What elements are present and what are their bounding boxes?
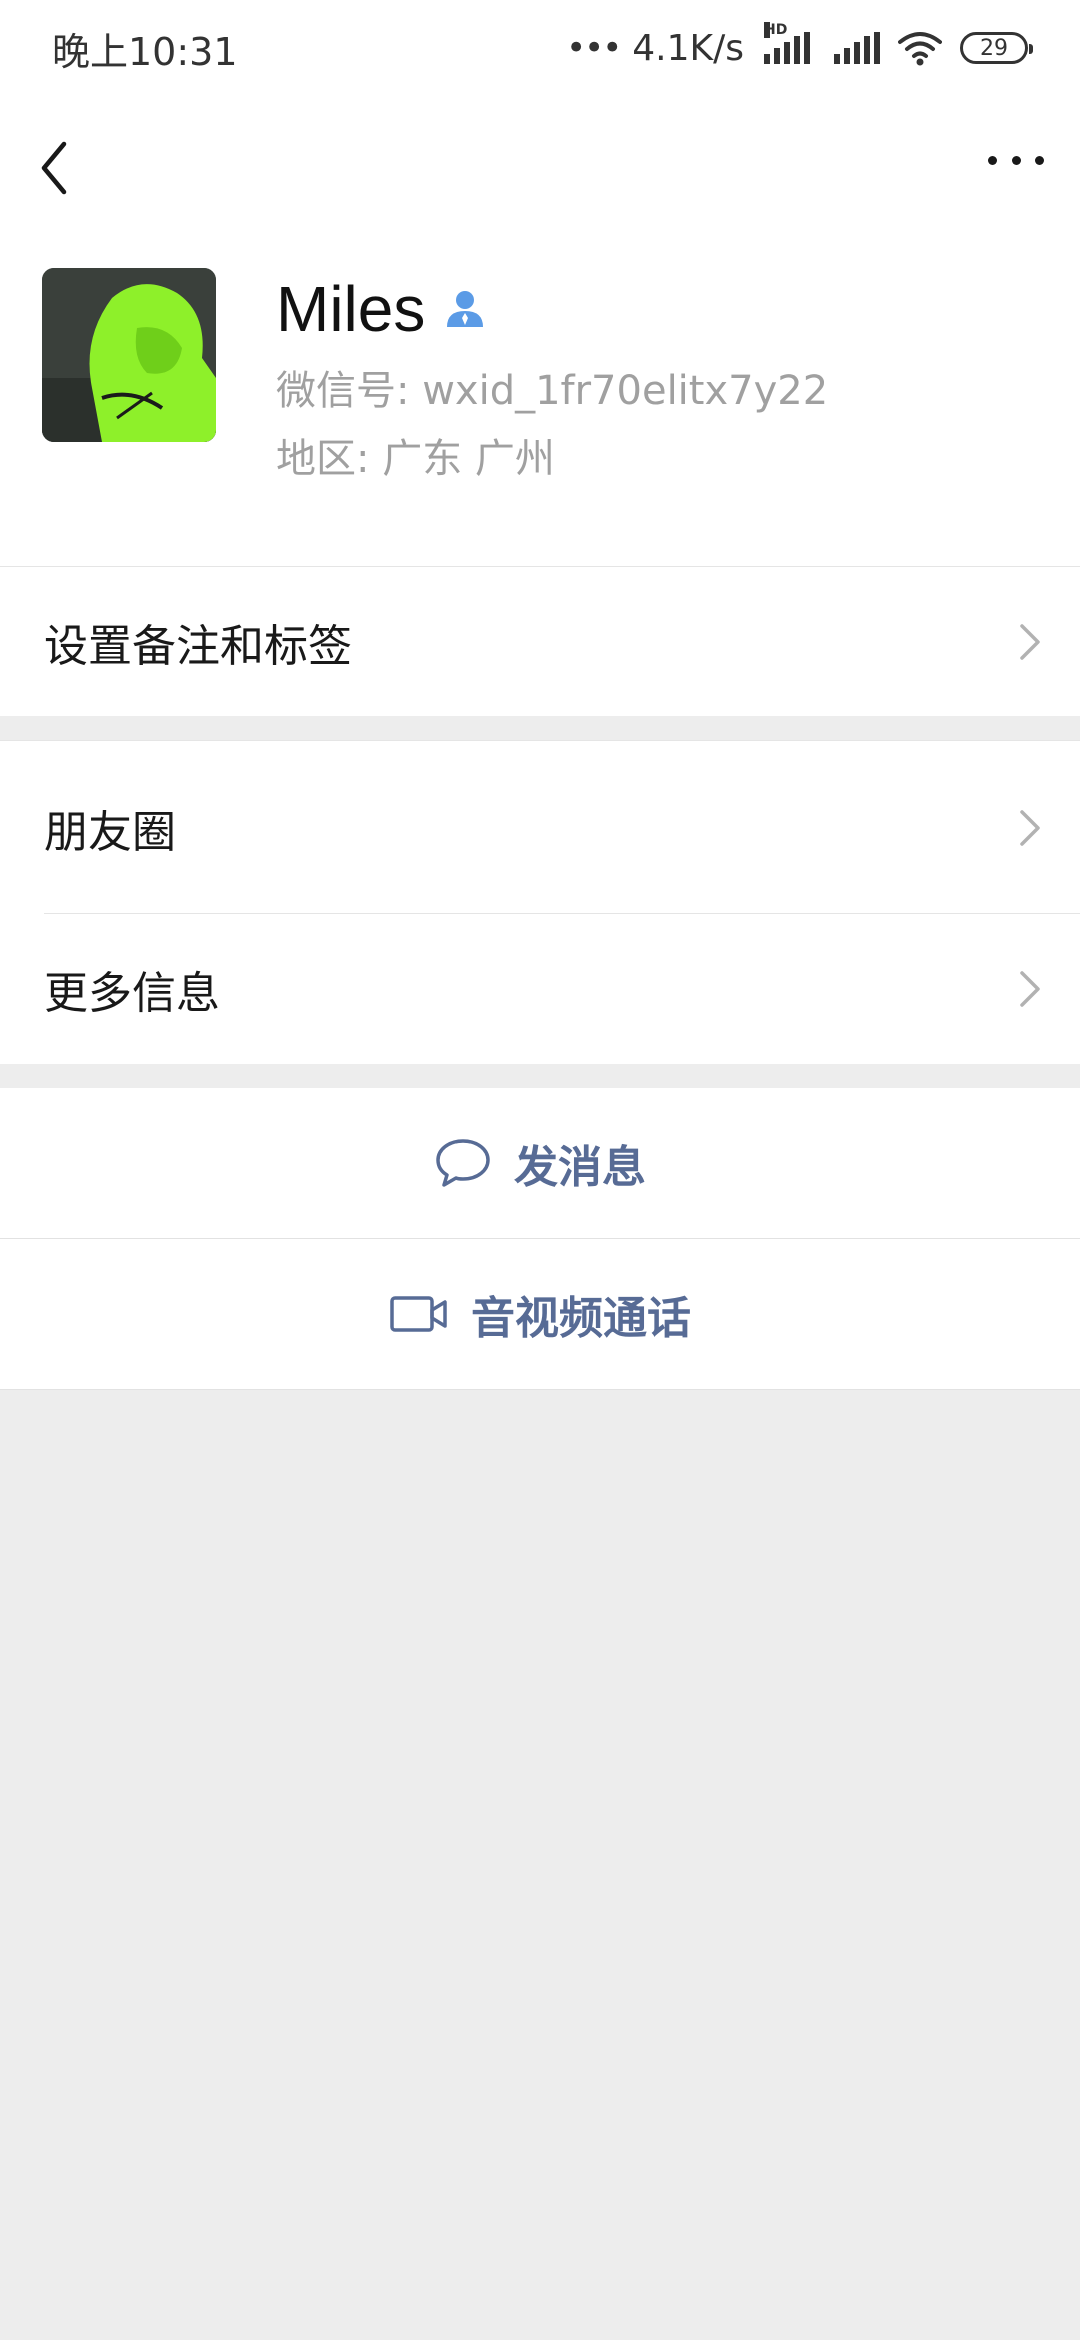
more-dots-icon bbox=[988, 155, 997, 165]
wechat-id: 微信号: wxid_1fr70elitx7y22 bbox=[276, 368, 829, 414]
profile-card: Miles 微信号: wxid_1fr70elitx7y22 地区: 广东 广州 bbox=[0, 96, 1080, 566]
status-dots: ••• bbox=[566, 28, 622, 68]
avatar-image bbox=[42, 268, 216, 442]
hd-label: HD bbox=[764, 22, 788, 38]
status-indicators: ••• 4.1K/s HD 29 bbox=[566, 22, 1033, 69]
chevron-right-icon bbox=[1020, 623, 1040, 660]
avatar[interactable] bbox=[42, 268, 216, 442]
more-info-row[interactable]: 更多信息 bbox=[0, 914, 1080, 1064]
region: 地区: 广东 广州 bbox=[276, 436, 555, 482]
contact-profile-screen: 晚上10:31 ••• 4.1K/s HD 29 Miles 微信号: wxid… bbox=[0, 0, 1080, 2340]
action-divider bbox=[0, 1389, 1080, 1390]
set-remark-label: 设置备注和标签 bbox=[44, 620, 352, 672]
moments-label: 朋友圈 bbox=[44, 806, 176, 858]
av-call-button[interactable]: 音视频通话 bbox=[0, 1239, 1080, 1389]
person-icon bbox=[447, 291, 484, 327]
hd-signal-icon: HD bbox=[764, 22, 810, 64]
status-bar: 晚上10:31 ••• 4.1K/s HD 29 bbox=[0, 0, 1080, 96]
send-message-label: 发消息 bbox=[514, 1142, 646, 1193]
chat-bubble-icon bbox=[436, 1139, 490, 1187]
send-message-button[interactable]: 发消息 bbox=[0, 1088, 1080, 1238]
more-info-label: 更多信息 bbox=[44, 968, 220, 1019]
back-button[interactable] bbox=[32, 136, 88, 200]
video-camera-icon bbox=[390, 1296, 447, 1332]
set-remark-row[interactable]: 设置备注和标签 bbox=[0, 566, 1080, 716]
moments-row[interactable]: 朋友圈 bbox=[0, 740, 1080, 914]
contact-name: Miles bbox=[276, 273, 426, 345]
status-time: 晚上10:31 bbox=[52, 29, 238, 74]
more-button[interactable] bbox=[980, 140, 1052, 180]
chevron-right-icon bbox=[1020, 809, 1040, 846]
network-speed: 4.1K/s bbox=[632, 27, 744, 69]
signal-icon bbox=[834, 32, 880, 64]
wifi-icon bbox=[898, 32, 942, 66]
battery-level: 29 bbox=[980, 35, 1008, 61]
av-call-label: 音视频通话 bbox=[471, 1293, 691, 1344]
battery-icon: 29 bbox=[960, 32, 1033, 64]
chevron-right-icon bbox=[1020, 971, 1040, 1007]
chevron-left-icon bbox=[41, 141, 67, 195]
name-row: Miles bbox=[276, 272, 487, 346]
